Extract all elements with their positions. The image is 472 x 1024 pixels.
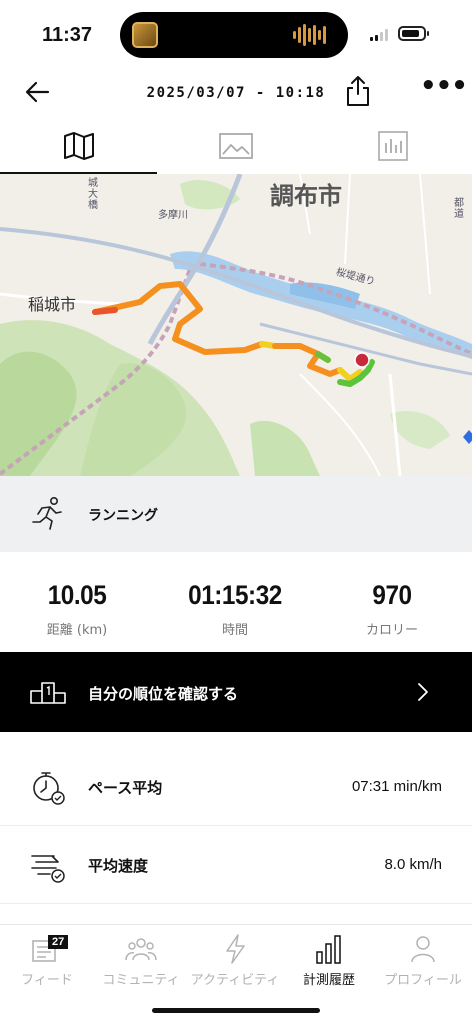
map-label-toritsu: 都道 [454,198,464,220]
nav-item-history[interactable]: 計測履歴 [282,931,376,988]
history-bars-icon [316,935,341,964]
nav-label-history: 計測履歴 [302,973,355,988]
route-map[interactable]: 調布市 稲城市 多摩川 桜堤通り 城大橋 都道 [0,174,472,476]
metric-row-pace: ペース平均 07:31 min/km [0,748,472,826]
ranking-label: 自分の順位を確認する [88,685,239,703]
map-canvas [0,174,472,476]
status-bar: 11:37 [0,0,472,68]
map-label-inagi: 稲城市 [28,295,77,314]
stat-distance: 10.05 距離 (km) [12,580,142,638]
map-label-jodaibashi: 城大橋 [88,178,98,211]
feed-badge: 27 [48,935,69,949]
stat-distance-value: 10.05 [47,580,107,610]
image-icon [219,133,253,159]
speed-icon [31,855,65,883]
audio-waveform-icon [293,24,326,46]
cellular-signal-icon [370,29,388,41]
map-label-tamagawa: 多摩川 [158,210,188,221]
nav-item-feed[interactable]: 27 フィード [0,931,94,988]
chevron-right-icon [418,683,428,701]
stat-duration-label: 時間 [221,623,248,638]
nav-label-feed: フィード [21,973,73,988]
share-icon[interactable] [344,74,372,108]
stat-distance-label: 距離 (km) [46,623,108,638]
now-playing-artwork-icon [132,22,158,48]
nav-label-profile: プロフィール [384,973,462,988]
nav-item-activity[interactable]: アクティビティ [188,931,282,988]
chart-icon [378,131,409,161]
ranking-button[interactable]: 自分の順位を確認する [0,652,472,732]
stat-duration: 01:15:32 時間 [170,580,300,638]
battery-icon [398,26,429,41]
map-icon [63,132,94,160]
pace-value: 07:31 min/km [351,778,442,795]
podium-icon [30,682,66,704]
stat-calories: 970 カロリー [327,580,457,638]
pace-label: ペース平均 [88,779,163,797]
dynamic-island[interactable] [120,12,348,58]
community-icon [125,938,157,961]
activity-type-row: ランニング [0,476,472,552]
tab-photos[interactable] [157,118,314,174]
speed-label: 平均速度 [88,857,149,875]
activity-datetime: 2025/03/07 - 10:18 [146,85,326,101]
home-indicator [152,1008,320,1013]
pace-stopwatch-icon [33,772,65,805]
stat-calories-label: カロリー [365,623,418,638]
running-icon [32,496,62,530]
profile-icon [411,936,435,963]
status-time: 11:37 [42,24,93,46]
nav-label-activity: アクティビティ [190,973,280,988]
tab-map[interactable] [0,118,158,174]
stat-calories-value: 970 [372,580,412,610]
more-options-icon[interactable]: ••• [420,73,468,100]
nav-label-community: コミュニティ [102,973,180,988]
activity-bolt-icon [226,934,245,964]
nav-item-community[interactable]: コミュニティ [94,931,188,988]
speed-value: 8.0 km/h [384,856,442,873]
metric-row-speed: 平均速度 8.0 km/h [0,826,472,904]
tab-charts[interactable] [315,118,472,174]
nav-item-profile[interactable]: プロフィール [376,931,470,988]
header: 2025/03/07 - 10:18 ••• [0,68,472,118]
summary-stats: 10.05 距離 (km) 01:15:32 時間 970 カロリー [0,552,472,652]
map-label-chofu: 調布市 [270,182,342,210]
stat-duration-value: 01:15:32 [188,580,282,610]
view-tabs [0,118,472,174]
activity-type-label: ランニング [88,508,158,524]
